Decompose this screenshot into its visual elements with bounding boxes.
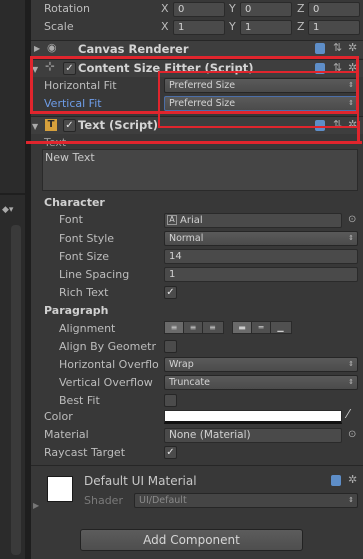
scale-x-axis: X [161,20,169,33]
left-strip-divider [0,193,25,195]
horizontal-overflow-value: Wrap [169,359,194,370]
rotation-label: Rotation [44,2,91,15]
shader-value: UI/Default [139,495,187,506]
material-field[interactable]: None (Material) [164,428,342,443]
foldout-arrow-icon[interactable]: ▶ [33,500,39,511]
font-size-field[interactable]: 14 [164,249,358,264]
preset-icon[interactable]: ⇅ [333,42,342,53]
character-section-title: Character [44,196,105,209]
shader-dropdown[interactable]: UI/Default ⇕ [134,493,358,508]
font-style-label: Font Style [59,232,115,245]
rich-text-label: Rich Text [59,286,109,299]
highlight-box-inner [158,71,359,128]
font-field[interactable]: A Arial [164,213,342,228]
alignment-label: Alignment [59,322,116,335]
horizontal-alignment-toggle-group: ≡ ≡ ≡ [164,321,224,334]
rotation-y-axis: Y [229,2,236,15]
font-size-label: Font Size [59,250,110,263]
chevron-updown-icon: ⇕ [348,234,354,242]
text-area-value: New Text [45,151,95,164]
vertical-overflow-dropdown[interactable]: Truncate ⇕ [164,375,358,390]
rotation-z-field[interactable]: 0 [308,2,360,17]
vertical-overflow-value: Truncate [169,377,210,388]
add-component-button[interactable]: Add Component [80,529,303,551]
scale-y-field[interactable]: 1 [240,20,292,35]
tag-icon[interactable]: ◆▾ [2,205,22,217]
foldout-arrow-down-icon[interactable]: ▼ [32,121,38,132]
gear-icon[interactable]: ✲ [348,474,357,485]
scale-x-field[interactable]: 1 [173,20,225,35]
rotation-x-field[interactable]: 0 [173,2,225,17]
font-value: Arial [180,215,203,226]
scale-label: Scale [44,20,74,33]
rich-text-checkbox[interactable]: ✓ [164,286,177,299]
text-component-enabled-checkbox[interactable]: ✓ [63,119,76,132]
rotation-x-axis: X [161,2,169,15]
text-component-title: Text (Script) [78,118,158,132]
vertical-overflow-label: Vertical Overflow [59,376,153,389]
chevron-updown-icon: ⇕ [348,360,354,368]
horizontal-overflow-dropdown[interactable]: Wrap ⇕ [164,357,358,372]
object-picker-icon[interactable]: ⊙ [348,429,356,440]
help-book-icon[interactable] [331,475,341,486]
align-right-icon[interactable]: ≡ [203,322,222,333]
vertical-alignment-toggle-group: ▬ ═ ▁ [232,321,292,334]
raycast-target-label: Raycast Target [44,446,126,459]
align-center-icon[interactable]: ≡ [184,322,203,333]
material-preview-divider [31,465,363,466]
paragraph-section-title: Paragraph [44,304,109,317]
rotation-z-axis: Z [297,2,305,15]
align-middle-icon[interactable]: ═ [252,322,271,333]
text-component-icon: T [45,119,57,131]
left-scrollbar[interactable] [11,225,21,555]
material-label: Material [44,428,89,441]
foldout-arrow-icon[interactable]: ▶ [34,43,40,54]
material-preview-thumbnail [47,476,73,502]
align-left-icon[interactable]: ≡ [165,322,184,333]
best-fit-checkbox[interactable] [164,394,177,407]
canvas-renderer-title: Canvas Renderer [78,42,189,56]
shader-label: Shader [84,494,123,507]
best-fit-label: Best Fit [59,394,100,407]
highlight-line [26,141,362,144]
line-spacing-label: Line Spacing [59,268,130,281]
rotation-y-field[interactable]: 0 [240,2,292,17]
eyedropper-icon[interactable]: ⁄ [347,408,349,420]
chevron-updown-icon: ⇕ [348,496,354,504]
align-top-icon[interactable]: ▬ [233,322,252,333]
line-spacing-field[interactable]: 1 [164,267,358,282]
scale-z-field[interactable]: 1 [308,20,360,35]
align-by-geometry-checkbox[interactable] [164,340,177,353]
font-asset-icon: A [167,215,177,225]
material-name: Default UI Material [84,474,197,488]
gear-icon[interactable]: ✲ [348,42,357,53]
font-label: Font [59,213,83,226]
color-swatch[interactable] [164,410,342,424]
align-by-geometry-label: Align By Geometr [59,340,156,353]
scale-z-axis: Z [297,20,305,33]
help-book-icon[interactable] [315,43,325,54]
font-style-value: Normal [169,233,204,244]
highlight-line-right [357,121,360,143]
scale-y-axis: Y [229,20,236,33]
font-style-dropdown[interactable]: Normal ⇕ [164,231,358,246]
object-picker-icon[interactable]: ⊙ [348,214,356,225]
chevron-updown-icon: ⇕ [348,378,354,386]
eye-icon: ◉ [47,41,57,54]
color-label: Color [44,410,73,423]
horizontal-overflow-label: Horizontal Overflo [59,358,159,371]
raycast-target-checkbox[interactable]: ✓ [164,446,177,459]
align-bottom-icon[interactable]: ▁ [271,322,290,333]
